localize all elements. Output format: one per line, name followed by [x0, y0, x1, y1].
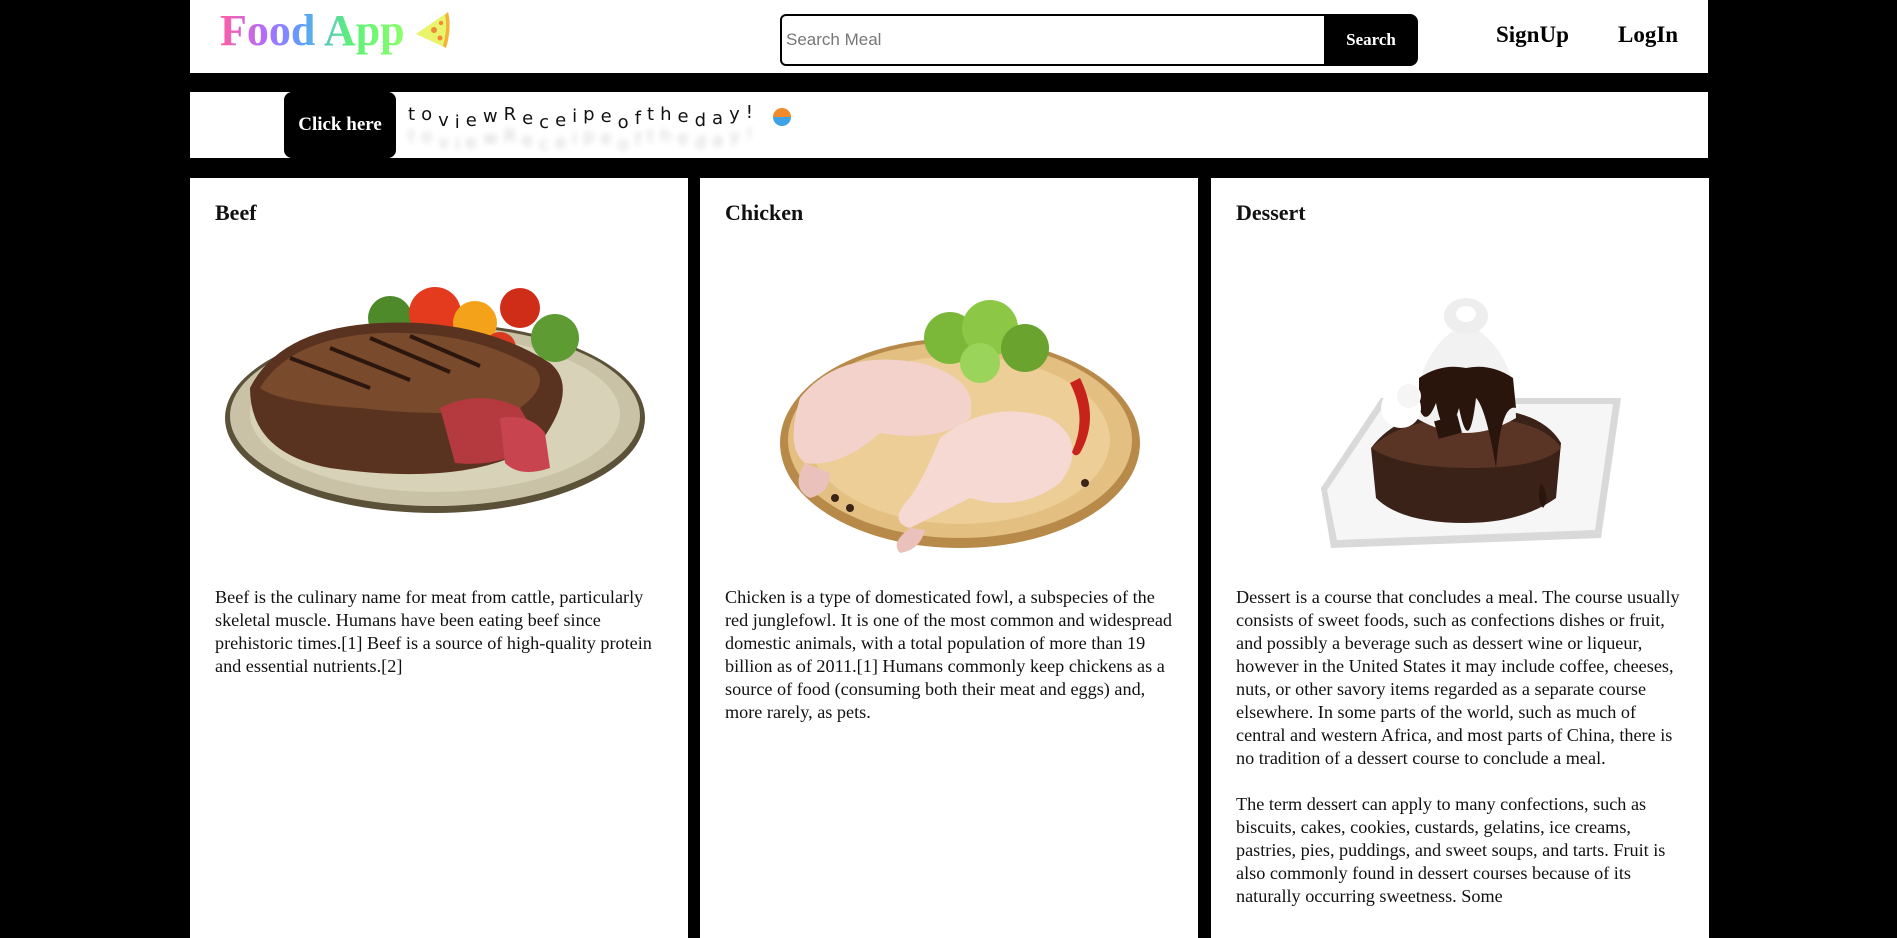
- wave-letter: t: [408, 104, 422, 125]
- wave-letter: t: [647, 104, 661, 125]
- pizza-slice-icon: [416, 12, 450, 48]
- category-cards: Beef Beef is the culinary name for meat …: [190, 178, 1709, 938]
- wave-letter: p: [583, 104, 601, 125]
- search-input[interactable]: [780, 14, 1327, 66]
- card-description: Chicken is a type of domesticated fowl, …: [725, 586, 1177, 747]
- wave-letter: i: [572, 106, 584, 127]
- wave-letter: f: [634, 108, 648, 129]
- banner-wave-text: to view Receipe of the day!: [408, 102, 791, 146]
- wave-letter: o: [421, 104, 439, 125]
- chicken-image: [780, 300, 1140, 553]
- wave-letter: c: [539, 112, 556, 133]
- wave-letter: o: [617, 112, 635, 133]
- wave-letter: e: [677, 106, 695, 127]
- page: Food App Search SignUp LogIn Click here …: [0, 0, 1897, 938]
- view-recipe-button[interactable]: Click here: [284, 92, 396, 158]
- dessert-image: [1321, 298, 1621, 548]
- beef-image: [225, 287, 645, 513]
- card-title: Chicken: [725, 200, 804, 225]
- swirl-icon: [772, 108, 791, 126]
- search-bar: Search: [780, 14, 1418, 66]
- wave-letter: i: [454, 112, 466, 133]
- search-button[interactable]: Search: [1324, 14, 1418, 66]
- card-title: Dessert: [1236, 200, 1306, 225]
- category-card-chicken[interactable]: Chicken Chicken is a type of domesticate…: [700, 178, 1198, 938]
- wave-letter: e: [522, 108, 540, 129]
- wave-letter: a: [712, 108, 730, 129]
- header-bar: Food App Search SignUp LogIn: [190, 0, 1708, 73]
- app-logo[interactable]: Food App: [220, 4, 405, 58]
- category-card-beef[interactable]: Beef Beef is the culinary name for meat …: [190, 178, 688, 938]
- wave-letter: R: [503, 104, 523, 125]
- login-link[interactable]: LogIn: [1618, 22, 1678, 48]
- wave-letter: w: [482, 106, 504, 127]
- wave-letter: !: [745, 102, 759, 123]
- wave-letter: h: [660, 104, 678, 125]
- description-paragraph: The term dessert can apply to many confe…: [1236, 794, 1666, 906]
- wave-letter: e: [465, 110, 483, 131]
- wave-letter: d: [694, 110, 713, 131]
- card-description: Dessert is a course that concludes a mea…: [1236, 586, 1688, 931]
- description-paragraph: Dessert is a course that concludes a mea…: [1236, 587, 1680, 768]
- card-description: Beef is the culinary name for meat from …: [215, 586, 667, 701]
- wave-letter: y: [729, 104, 746, 125]
- wave-letter: e: [555, 110, 573, 131]
- category-card-dessert[interactable]: Dessert Dessert is a course that conclud…: [1211, 178, 1709, 938]
- description-paragraph: Beef is the culinary name for meat from …: [215, 587, 652, 676]
- wave-letter: e: [600, 106, 618, 127]
- recipe-of-day-banner: Click here to view Receipe of the day!: [190, 92, 1708, 158]
- wave-letter: v: [438, 110, 455, 131]
- description-paragraph: Chicken is a type of domesticated fowl, …: [725, 587, 1173, 722]
- card-title: Beef: [215, 200, 257, 225]
- signup-link[interactable]: SignUp: [1496, 22, 1569, 48]
